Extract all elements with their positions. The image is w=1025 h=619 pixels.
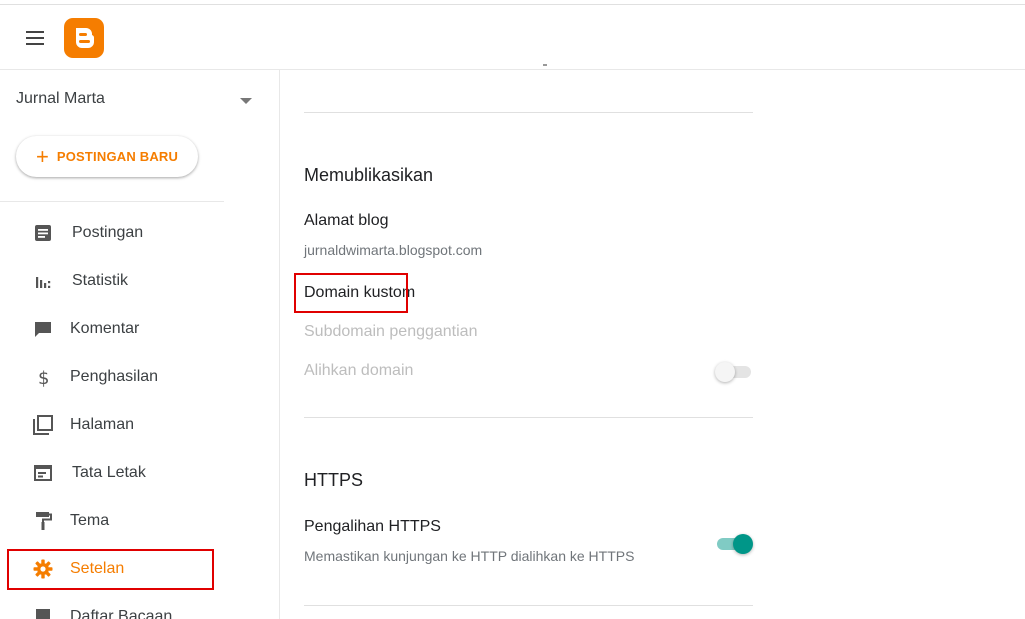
hamburger-menu-icon[interactable] [22,27,50,49]
sidebar: Jurnal Marta + POSTINGAN BARU Postingan … [0,70,280,619]
sidebar-item-label: Daftar Bacaan [70,608,173,619]
blog-address-value: jurnaldwimarta.blogspot.com [304,242,483,258]
paint-roller-icon [33,511,53,531]
blog-address-label: Alamat blog [304,212,389,229]
sidebar-item-pages[interactable]: Halaman [0,405,270,445]
section-divider [304,112,753,113]
sidebar-item-label: Penghasilan [70,368,159,385]
publishing-section-title: Memublikasikan [304,165,434,185]
section-divider [304,417,753,418]
sidebar-item-stats[interactable]: Statistik [0,261,270,301]
sidebar-item-earnings[interactable]: $ Penghasilan [0,357,270,397]
blog-address-setting[interactable]: Alamat blog jurnaldwimarta.blogspot.com [304,212,753,258]
sidebar-item-layout[interactable]: Tata Letak [0,453,270,493]
clipped-text-fragment [543,64,547,66]
pages-icon [33,415,53,435]
posts-icon [33,223,53,243]
sidebar-item-posts[interactable]: Postingan [0,213,270,253]
sidebar-item-theme[interactable]: Tema [0,501,270,541]
sidebar-item-label: Statistik [72,272,129,289]
sidebar-divider [0,201,224,202]
bookmark-icon [33,607,53,619]
new-post-label: POSTINGAN BARU [56,149,179,164]
https-redirect-toggle[interactable] [715,533,753,555]
redirect-domain-label: Alihkan domain [304,362,414,379]
chevron-down-icon [240,98,252,104]
section-divider [304,605,753,606]
https-redirect-label: Pengalihan HTTPS [304,518,441,535]
https-section-title: HTTPS [304,470,364,490]
gear-icon [33,559,53,579]
sidebar-item-label: Postingan [72,224,144,241]
blog-name: Jurnal Marta [16,90,105,107]
sidebar-item-reading-list[interactable]: Daftar Bacaan [0,597,270,619]
app-header [0,5,1025,70]
custom-domain-setting[interactable]: Domain kustom [304,284,415,302]
https-redirect-description: Memastikan kunjungan ke HTTP dialihkan k… [304,548,635,564]
settings-content: Memublikasikan Alamat blog jurnaldwimart… [281,64,1025,619]
redirect-domain-toggle[interactable] [715,361,753,383]
stats-icon [33,271,53,291]
dollar-icon: $ [33,367,53,389]
blogger-logo[interactable] [64,18,104,58]
sidebar-item-settings[interactable]: Setelan [0,549,270,589]
new-post-button[interactable]: + POSTINGAN BARU [16,136,198,177]
plus-icon: + [36,143,49,169]
sidebar-item-label: Setelan [70,560,125,577]
fallback-subdomain-setting: Subdomain penggantian [304,323,478,340]
sidebar-item-label: Tema [70,512,110,529]
sidebar-item-label: Komentar [70,320,140,337]
blog-selector[interactable]: Jurnal Marta [16,90,256,112]
layout-icon [33,463,53,483]
svg-text:$: $ [38,368,49,387]
comment-icon [33,319,53,339]
sidebar-item-comments[interactable]: Komentar [0,309,270,349]
sidebar-item-label: Tata Letak [72,464,146,481]
sidebar-item-label: Halaman [70,416,135,433]
